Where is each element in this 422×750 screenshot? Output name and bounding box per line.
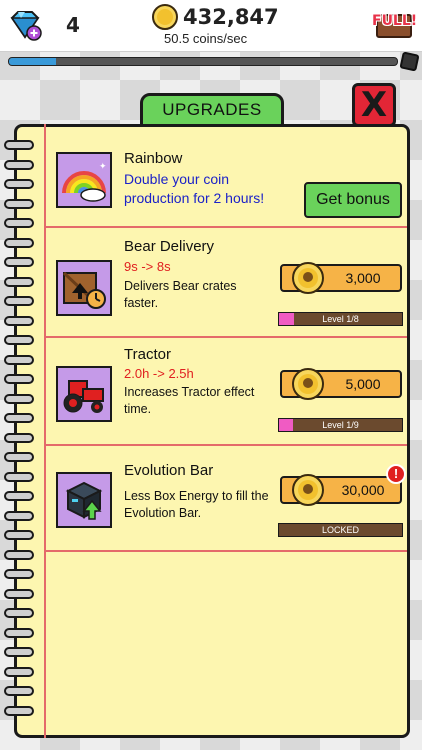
upgrade-row-rainbow: ✦ Rainbow Double your coin production fo… bbox=[46, 130, 407, 228]
notebook-rings bbox=[4, 140, 36, 720]
coin-rate: 50.5 coins/sec bbox=[164, 31, 248, 46]
upgrade-title: Tractor bbox=[124, 346, 171, 363]
notebook-ring bbox=[4, 530, 34, 540]
evolution-progress-fill bbox=[9, 58, 56, 65]
notebook-ring bbox=[4, 374, 34, 384]
upgrade-delta: 9s -> 8s bbox=[124, 259, 171, 274]
alert-icon: ! bbox=[386, 464, 406, 484]
level-text: Level 1/8 bbox=[322, 314, 359, 324]
upgrade-title: Evolution Bar bbox=[124, 462, 214, 479]
evolution-cube-icon bbox=[399, 51, 420, 72]
svg-text:✦: ✦ bbox=[99, 161, 107, 171]
gem-count: 4 bbox=[66, 13, 80, 37]
upgrade-title: Rainbow bbox=[124, 150, 183, 167]
crate-timer-icon bbox=[56, 260, 112, 316]
coin-icon bbox=[152, 4, 178, 30]
full-crate-button[interactable]: FULL! bbox=[372, 10, 418, 40]
upgrade-price: 5,000 bbox=[345, 376, 381, 392]
coin-icon bbox=[292, 474, 324, 506]
tab-upgrades-label: UPGRADES bbox=[162, 100, 262, 119]
upgrade-description: Delivers Bear crates faster. bbox=[124, 279, 237, 310]
upgrade-delta: 2.0h -> 2.5h bbox=[124, 366, 194, 381]
buy-upgrade-button[interactable]: 30,000 ! bbox=[280, 464, 406, 506]
tractor-icon bbox=[56, 366, 112, 422]
notebook-ring bbox=[4, 237, 34, 248]
notebook-ring bbox=[4, 140, 34, 150]
coin-icon bbox=[292, 262, 324, 294]
evolution-progress-bar bbox=[8, 57, 398, 66]
upgrade-row-evolution-bar: Evolution Bar Less Box Energy to fill th… bbox=[46, 446, 407, 552]
notebook-ring bbox=[4, 627, 34, 638]
close-icon: X bbox=[360, 85, 388, 125]
notebook-ring bbox=[4, 296, 34, 306]
notebook-ring bbox=[4, 354, 34, 365]
notebook-ring bbox=[4, 686, 34, 696]
notebook-ring bbox=[4, 510, 34, 521]
notebook-ring bbox=[4, 218, 34, 228]
notebook-ring bbox=[4, 549, 34, 560]
notebook-ring bbox=[4, 432, 34, 443]
level-text: Level 1/9 bbox=[322, 420, 359, 430]
full-label: FULL! bbox=[372, 13, 418, 29]
evolution-box-icon bbox=[56, 472, 112, 528]
notebook-ring bbox=[4, 335, 34, 345]
notebook-ring bbox=[4, 569, 34, 579]
upgrade-row-bear-delivery: Bear Delivery 9s -> 8s Delivers Bear cra… bbox=[46, 228, 407, 338]
notebook-ring bbox=[4, 666, 34, 677]
notebook-ring bbox=[4, 608, 34, 618]
notebook-ring bbox=[4, 471, 34, 482]
coin-icon bbox=[292, 368, 324, 400]
notebook-ring bbox=[4, 198, 34, 209]
get-bonus-button[interactable]: Get bonus bbox=[304, 182, 402, 218]
upgrade-price: 30,000 bbox=[341, 482, 385, 498]
upgrade-description: Increases Tractor effect time. bbox=[124, 385, 255, 416]
upgrade-price: 3,000 bbox=[345, 270, 381, 286]
notebook-ring bbox=[4, 315, 34, 326]
close-button[interactable]: X bbox=[352, 83, 396, 127]
level-progress-bar: Level 1/8 bbox=[278, 312, 403, 326]
top-hud: 4 432,847 50.5 coins/sec FULL! bbox=[0, 0, 422, 52]
upgrade-description: Less Box Energy to fill the Evolution Ba… bbox=[124, 489, 269, 520]
upgrade-description: Double your coin production for 2 hours! bbox=[124, 171, 265, 206]
buy-upgrade-button[interactable]: 5,000 bbox=[280, 368, 402, 400]
notebook-ring bbox=[4, 491, 34, 501]
notebook-ring bbox=[4, 276, 34, 287]
notebook-ring bbox=[4, 452, 34, 462]
notebook-ring bbox=[4, 393, 34, 404]
notebook-ring bbox=[4, 705, 34, 716]
buy-upgrade-button[interactable]: 3,000 bbox=[280, 262, 402, 294]
level-progress-bar: Level 1/9 bbox=[278, 418, 403, 432]
level-text: LOCKED bbox=[321, 525, 359, 535]
notebook-ring bbox=[4, 413, 34, 423]
upgrade-title: Bear Delivery bbox=[124, 238, 215, 255]
notebook-ring bbox=[4, 257, 34, 267]
notebook-ring bbox=[4, 179, 34, 189]
upgrade-row-tractor: Tractor 2.0h -> 2.5h Increases Tractor e… bbox=[46, 338, 407, 446]
notebook-ring bbox=[4, 159, 34, 170]
notebook-ring bbox=[4, 588, 34, 599]
tab-upgrades[interactable]: UPGRADES bbox=[140, 93, 284, 127]
rainbow-icon: ✦ bbox=[56, 152, 112, 208]
coin-total: 432,847 bbox=[183, 5, 279, 29]
notebook-ring bbox=[4, 647, 34, 657]
locked-bar: LOCKED bbox=[278, 523, 403, 537]
gem-plus-icon[interactable] bbox=[8, 9, 42, 41]
